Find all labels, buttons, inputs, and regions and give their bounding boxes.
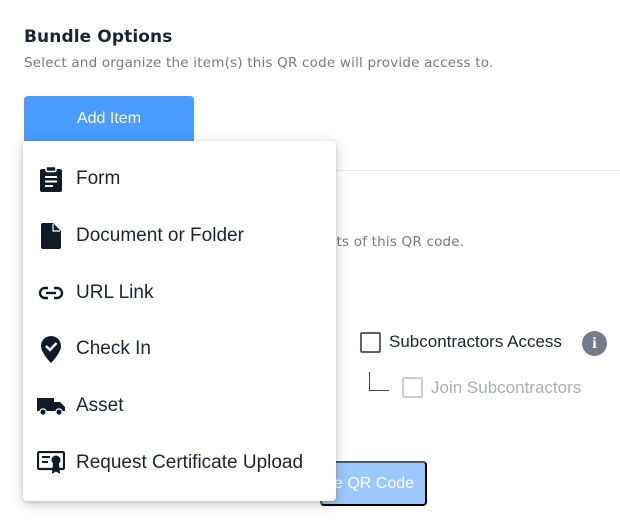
- menu-item-label: Check In: [76, 338, 151, 360]
- menu-item-form[interactable]: Form: [23, 151, 336, 208]
- info-icon[interactable]: i: [582, 331, 607, 356]
- link-icon: [37, 279, 65, 307]
- subcontractors-access-checkbox[interactable]: [360, 332, 381, 353]
- certificate-icon: [37, 449, 65, 477]
- menu-item-asset[interactable]: Asset: [23, 378, 336, 435]
- add-item-button[interactable]: Add Item: [24, 96, 194, 141]
- subcontractors-access-label: Subcontractors Access: [389, 332, 562, 351]
- menu-item-request-certificate-upload[interactable]: Request Certificate Upload: [23, 434, 336, 491]
- tree-connector: [369, 372, 389, 391]
- join-subcontractors-checkbox[interactable]: [402, 377, 423, 398]
- truck-icon: [37, 392, 65, 420]
- menu-item-url-link[interactable]: URL Link: [23, 264, 336, 321]
- menu-item-label: Document or Folder: [76, 225, 244, 247]
- join-subcontractors-label: Join Subcontractors: [431, 378, 582, 397]
- menu-item-label: URL Link: [76, 281, 154, 303]
- bundle-options-subtitle: Select and organize the item(s) this QR …: [24, 55, 494, 71]
- qr-code-button-label: e QR Code: [334, 474, 415, 492]
- bundle-options-title: Bundle Options: [24, 27, 173, 47]
- qr-code-button[interactable]: e QR Code: [320, 461, 427, 506]
- location-check-icon: [37, 335, 65, 363]
- clipboard-icon: [37, 165, 65, 193]
- menu-item-check-in[interactable]: Check In: [23, 321, 336, 378]
- menu-item-label: Form: [76, 168, 121, 190]
- add-item-menu: Form Document or Folder URL Link Check I…: [23, 141, 336, 501]
- document-icon: [37, 222, 65, 250]
- menu-item-label: Asset: [76, 395, 124, 417]
- section-divider: [336, 170, 620, 171]
- menu-item-document-or-folder[interactable]: Document or Folder: [23, 208, 336, 265]
- menu-item-label: Request Certificate Upload: [76, 451, 304, 473]
